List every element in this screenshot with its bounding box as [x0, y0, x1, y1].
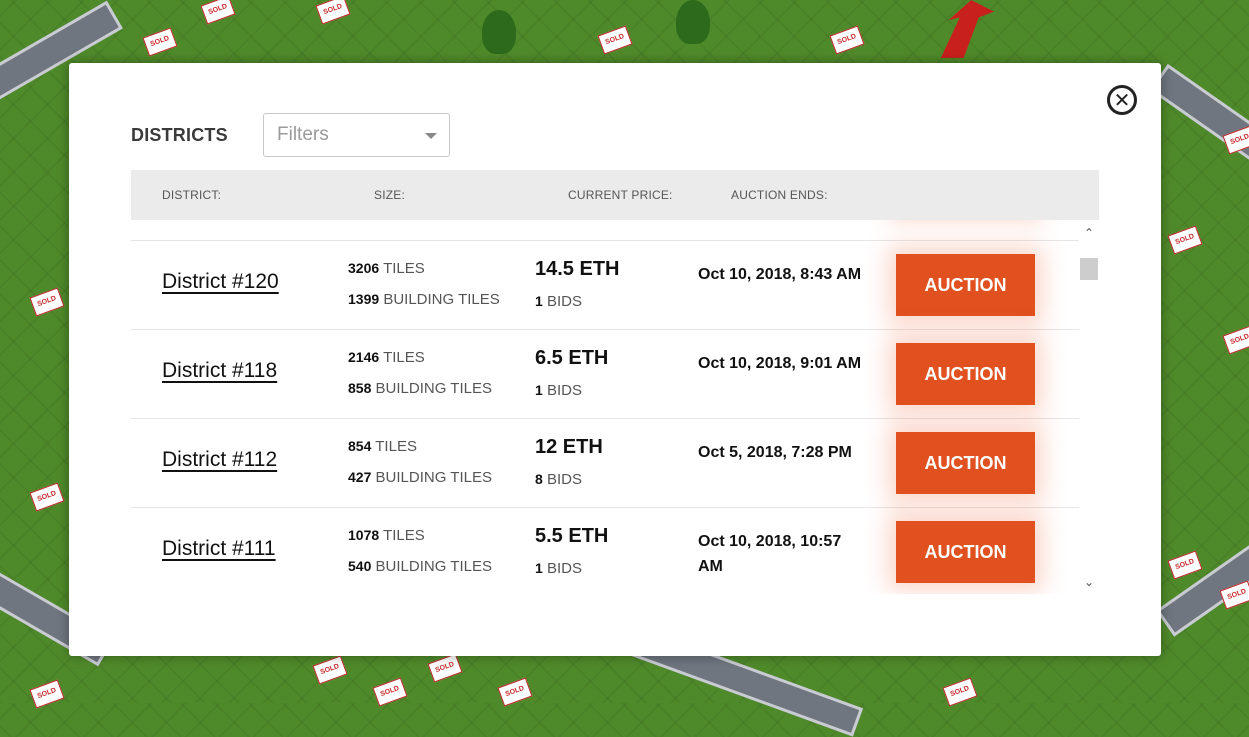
- current-price: 6.5 ETH: [535, 347, 609, 369]
- building-tiles-count: 427: [348, 469, 372, 485]
- sold-sign: SOLD: [427, 653, 463, 683]
- sold-sign: SOLD: [29, 679, 65, 709]
- tiles-count: 1078: [348, 527, 380, 543]
- filters-placeholder: Filters: [277, 124, 329, 145]
- bids-label: BIDS: [546, 471, 582, 488]
- tiles-size: 1078 TILES: [348, 527, 425, 544]
- building-tiles-size: 427 BUILDING TILES: [348, 469, 492, 486]
- tree: [482, 10, 516, 54]
- header-auction-ends: AUCTION ENDS:: [731, 188, 828, 202]
- modal-title: DISTRICTS: [131, 125, 228, 145]
- tiles-label: TILES: [383, 527, 425, 544]
- red-arrow-decoration: [940, 0, 994, 58]
- building-tiles-label: BUILDING TILES: [375, 558, 492, 575]
- districts-list[interactable]: District #120 3206 TILES 1399 BUILDING TIL…: [131, 220, 1079, 594]
- auction-button[interactable]: AUCTION: [896, 432, 1035, 494]
- bids-count: 8: [535, 471, 543, 487]
- bids-label: BIDS: [546, 560, 582, 577]
- sold-sign: SOLD: [315, 0, 351, 25]
- district-link[interactable]: District #120: [162, 270, 279, 294]
- building-tiles-size: 858 BUILDING TILES: [348, 380, 492, 397]
- bids: 1 BIDS: [535, 382, 582, 399]
- auction-end-time: Oct 10, 2018, 10:57 AM: [698, 533, 842, 575]
- bids-label: BIDS: [546, 382, 582, 399]
- tiles-label: TILES: [383, 260, 425, 277]
- current-price: 12 ETH: [535, 436, 603, 458]
- chevron-down-icon[interactable]: ⌄: [1079, 572, 1099, 592]
- bids: 1 BIDS: [535, 560, 582, 577]
- sold-sign: SOLD: [312, 655, 348, 685]
- bids: 1 BIDS: [535, 293, 582, 310]
- sold-sign: SOLD: [372, 677, 408, 707]
- sold-sign: SOLD: [29, 287, 65, 317]
- tiles-label: TILES: [375, 438, 417, 455]
- current-price: 5.5 ETH: [535, 525, 609, 547]
- auction-end-time: Oct 5, 2018, 7:28 PM: [698, 444, 852, 461]
- tiles-size: 854 TILES: [348, 438, 417, 455]
- building-tiles-count: 858: [348, 380, 372, 396]
- district-row: District #120 3206 TILES 1399 BUILDING TIL…: [131, 241, 1079, 330]
- building-tiles-label: BUILDING TILES: [375, 469, 492, 486]
- chevron-up-icon[interactable]: ⌃: [1079, 223, 1099, 243]
- caret-down-icon: [425, 133, 437, 139]
- bids-label: BIDS: [546, 293, 582, 310]
- tree: [676, 0, 710, 44]
- sold-sign: SOLD: [142, 27, 178, 57]
- building-tiles-size: 1399 BUILDING TILES: [348, 291, 500, 308]
- sold-sign: SOLD: [1167, 550, 1203, 580]
- current-price: 14.5 ETH: [535, 258, 620, 280]
- sold-sign: SOLD: [1167, 225, 1203, 255]
- tiles-count: 854: [348, 438, 372, 454]
- bids-count: 1: [535, 293, 543, 309]
- bids: 8 BIDS: [535, 471, 582, 488]
- auction-button[interactable]: AUCTION: [896, 343, 1035, 405]
- district-row: District #111 1078 TILES 540 BUILDING TILE…: [131, 508, 1079, 594]
- tiles-count: 2146: [348, 349, 380, 365]
- sold-sign: SOLD: [829, 25, 865, 55]
- sold-sign: SOLD: [942, 677, 978, 707]
- district-row: District #112 854 TILES 427 BUILDING TILES…: [131, 419, 1079, 508]
- building-tiles-size: 540 BUILDING TILES: [348, 558, 492, 575]
- close-button[interactable]: ✕: [1107, 85, 1137, 115]
- header-current-price: CURRENT PRICE:: [568, 188, 673, 202]
- building-tiles-count: 540: [348, 558, 372, 574]
- districts-modal: ✕ DISTRICTS Filters DISTRICT: SIZE: CURR…: [69, 63, 1161, 656]
- sold-sign: SOLD: [29, 482, 65, 512]
- auction-end-time: Oct 10, 2018, 9:01 AM: [698, 355, 862, 372]
- scrollbar-thumb[interactable]: [1080, 258, 1098, 280]
- header-size: SIZE:: [374, 188, 406, 202]
- sold-sign: SOLD: [597, 25, 633, 55]
- sold-sign: SOLD: [200, 0, 236, 25]
- district-row: [131, 220, 1079, 241]
- tiles-size: 3206 TILES: [348, 260, 425, 277]
- district-row: District #118 2146 TILES 858 BUILDING TILE…: [131, 330, 1079, 419]
- district-link[interactable]: District #111: [162, 537, 276, 561]
- building-tiles-count: 1399: [348, 291, 380, 307]
- sold-sign: SOLD: [497, 677, 533, 707]
- auction-button[interactable]: AUCTION: [896, 254, 1035, 316]
- filters-dropdown[interactable]: Filters: [263, 113, 450, 157]
- road: [1155, 515, 1249, 637]
- building-tiles-label: BUILDING TILES: [383, 291, 500, 308]
- header-district: DISTRICT:: [162, 188, 222, 202]
- table-header: DISTRICT: SIZE: CURRENT PRICE: AUCTION E…: [131, 170, 1099, 220]
- tiles-label: TILES: [383, 349, 425, 366]
- district-link[interactable]: District #118: [162, 359, 277, 383]
- bids-count: 1: [535, 382, 543, 398]
- bids-count: 1: [535, 560, 543, 576]
- tiles-size: 2146 TILES: [348, 349, 425, 366]
- auction-button[interactable]: AUCTION: [896, 521, 1035, 583]
- tiles-count: 3206: [348, 260, 380, 276]
- district-link[interactable]: District #112: [162, 448, 277, 472]
- scrollbar[interactable]: ⌃ ⌄: [1079, 220, 1099, 594]
- sold-sign: SOLD: [1222, 325, 1249, 355]
- close-circle-icon: ✕: [1113, 88, 1131, 112]
- building-tiles-label: BUILDING TILES: [375, 380, 492, 397]
- auction-end-time: Oct 10, 2018, 8:43 AM: [698, 266, 862, 283]
